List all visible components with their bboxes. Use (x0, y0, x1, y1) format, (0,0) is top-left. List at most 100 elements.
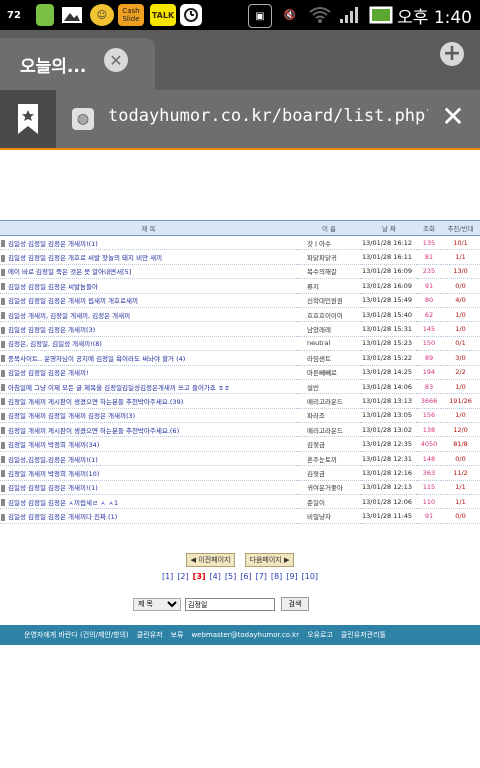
page-link[interactable]: [7] (256, 572, 267, 581)
footer-link[interactable]: 오유로고 (307, 631, 333, 639)
url-field[interactable]: todayhumor.co.kr/board/list.php?ta (108, 106, 428, 126)
post-title-text[interactable]: 김일성,김정일,김정은 개새끼!(1) (8, 456, 98, 464)
post-views: 138 (417, 422, 441, 438)
page-link[interactable]: [9] (286, 572, 297, 581)
prev-page-button[interactable]: ◀ 이전페이지 (185, 553, 236, 567)
table-row[interactable]: 김정일 개새끼 게시판이 생겼으면 하는분들 추천박아주세요.(39) 메리고라운… (0, 393, 480, 409)
post-title-text[interactable]: 김정일 개새끼 박정희 개새끼(10) (8, 470, 99, 478)
board-list: 제 목 이 름 날 짜 조회 추천/반대 김일성 김정일 김정은 개새끼!(1)… (0, 220, 480, 524)
bookmark-button[interactable] (0, 90, 56, 148)
post-title-link[interactable]: 김일성,김정일,김정은 개새끼!(1) (0, 451, 297, 467)
post-title-link[interactable]: 김정일 개새끼 김정일 개새끼 김정은 개새끼(3) (0, 408, 297, 424)
post-title-link[interactable]: 종북사이트.. 운영자님이 공지에 김정일 욕이라도 써놔야 할거 (4) (0, 350, 297, 366)
post-recommend: 81/8 (441, 436, 480, 452)
page-link[interactable]: [10] (302, 572, 318, 581)
footer-link[interactable]: 보류 (171, 631, 184, 639)
tab-close-icon[interactable]: ✕ (104, 48, 128, 72)
table-row[interactable]: 김정일 개새끼 김정일 개새끼 김정은 개새끼(3) 파라조 13/01/28 13… (0, 408, 480, 424)
post-title-link[interactable]: 김정일 개새끼 게시판이 생겼으면 하는분들 추천박아주세요.(6) (0, 422, 297, 438)
post-title-text[interactable]: 김정일 개새끼 박정희 개새끼(34) (8, 441, 99, 449)
post-title-text[interactable]: 김정일 개새끼 게시판이 생겼으면 하는분들 추천박아주세요.(6) (8, 427, 179, 435)
page-link[interactable]: [4] (210, 572, 221, 581)
post-title-text[interactable]: 에이 바로 김정일 죽은 것은 못 알아내면서[5] (8, 268, 131, 276)
table-row[interactable]: 종북사이트.. 운영자님이 공지에 김정일 욕이라도 써놔야 할거 (4) 라임샌… (0, 350, 480, 366)
search-field-select[interactable]: 제 목 (133, 598, 181, 611)
page-link[interactable]: [3] (193, 572, 206, 581)
post-title-text[interactable]: 김일성 김정일 김정은 개새끼다 진짜.(1) (8, 513, 117, 521)
close-icon[interactable]: ✕ (438, 102, 468, 132)
post-title-text[interactable]: 김정은, 김정일, 김일성 개새끼!(8) (8, 340, 102, 348)
post-title-text[interactable]: 김일성 김정일 김정은 ㅅ끼씹새ㄹ ㅅ ㅅ1 (8, 499, 118, 507)
page-link[interactable]: [1] (162, 572, 173, 581)
post-title-text[interactable]: 김일성 김정일 김정은 개새끼(3) (8, 326, 95, 334)
table-row[interactable]: 김일성 김정일 김정은 개새끼! 마른빼빼로 13/01/28 14:25 194 2/… (0, 365, 480, 380)
post-title-link[interactable]: 김일성 김정일 김정은 개새끼!(1) (0, 235, 297, 251)
table-row[interactable]: 김일성 김정일 김정은 ㅅ끼씹새ㄹ ㅅ ㅅ1 준일이 13/01/28 12:06 1… (0, 494, 480, 510)
post-title-link[interactable]: 김정일 개새끼 박정희 개새끼(34) (0, 436, 297, 452)
post-views: 91 (417, 508, 441, 524)
post-title-text[interactable]: 김일성 개새끼, 김정일 개새끼, 김정은 개새끼 (8, 312, 130, 320)
post-title-text[interactable]: 김일성 김정일 김정은 개새끼 씹새끼 개호로새끼 (8, 297, 138, 305)
post-title-text[interactable]: 김일성 김정일 김정은 개새끼!(1) (8, 484, 98, 492)
post-title-link[interactable]: 김일성 김정일 김정은 개새끼다 진짜.(1) (0, 508, 297, 524)
table-row[interactable]: 에이 바로 김정일 죽은 것은 못 알아내면서[5] 복수의해갈 13/01/28 … (0, 264, 480, 280)
post-title-link[interactable]: 김일성 김정일 김정은 개새끼!(1) (0, 480, 297, 496)
post-title-text[interactable]: 김일성 김정일 김정은 씨발놈들아 (8, 283, 98, 291)
post-title-text[interactable]: 김정일 개새끼 김정일 개새끼 김정은 개새끼(3) (8, 412, 135, 420)
footer-link[interactable]: 클린유저 (137, 631, 163, 639)
footer-link[interactable]: webmaster@todayhumor.co.kr (191, 631, 299, 639)
post-title-link[interactable]: 에이 바로 김정일 죽은 것은 못 알아내면서[5] (0, 264, 297, 280)
search-input[interactable] (185, 598, 275, 611)
table-row[interactable]: 김일성 김정일 김정은 개새끼 씹새끼 개호로새끼 신학대민원원 13/01/28 … (0, 293, 480, 308)
browser-tab[interactable]: 오늘의... ✕ (0, 38, 155, 90)
post-title-link[interactable]: 김일성 김정일 김정은 개새끼 씹새끼 개호로새끼 (0, 293, 297, 308)
post-title-link[interactable]: 김일성 김정일 김정은 개호로 씨발 잣놀의 돼지 비만 새끼 (0, 249, 297, 265)
page-link[interactable]: [8] (271, 572, 282, 581)
page-link[interactable]: [5] (225, 572, 236, 581)
page-link[interactable]: [6] (240, 572, 251, 581)
new-tab-icon[interactable]: + (440, 42, 464, 66)
post-title-link[interactable]: 김일성 김정일 김정은 씨발놈들아 (0, 278, 297, 294)
pager-buttons: ◀ 이전페이지 다음페이지 ▶ (0, 547, 480, 567)
footer-link[interactable]: 클린유저관리툴 (341, 631, 386, 639)
table-row[interactable]: 김일성 김정일 김정은 개새끼!(1) 갓ㅣ아수 13/01/28 16:12 135… (0, 235, 480, 251)
post-title-text[interactable]: 김정일 개새끼 게시판이 생겼으면 하는분들 추천박아주세요.(39) (8, 398, 183, 406)
post-title-text[interactable]: 김일성 김정일 김정은 개새끼! (8, 369, 89, 377)
page-link[interactable]: [2] (177, 572, 188, 581)
post-title-link[interactable]: 김일성 김정일 김정은 개새끼! (0, 365, 297, 380)
table-row[interactable]: 김일성,김정일,김정은 개새끼!(1) 혼주눈토끼 13/01/28 12:31 14… (0, 451, 480, 467)
table-row[interactable]: 김일성 김정일 김정은 개새끼다 진짜.(1) 비밀냥자 13/01/28 11:4… (0, 508, 480, 524)
post-author: 비밀냥자 (297, 508, 361, 524)
table-row[interactable]: 김정일 개새끼 게시판이 생겼으면 하는분들 추천박아주세요.(6) 메리고라운드… (0, 422, 480, 438)
emoji-icon: ☺ (90, 4, 114, 26)
next-page-button[interactable]: 다음페이지 ▶ (244, 553, 295, 567)
post-title-link[interactable]: 김일성 개새끼, 김정일 개새끼, 김정은 개새끼 (0, 307, 297, 323)
post-icon (1, 297, 5, 305)
table-row[interactable]: 김일성 김정일 김정은 개호로 씨발 잣놀의 돼지 비만 새끼 파닭파닭귀 13/0… (0, 249, 480, 265)
post-title-link[interactable]: 아침일에 그냥 이제 모든 글 제목을 김정일김일성김정은개새끼 쓰고 들어가죠… (0, 379, 297, 395)
table-row[interactable]: 김일성 김정일 김정은 씨발놈들아 류지 13/01/28 16:09 91 0/0 (0, 278, 480, 294)
post-title-text[interactable]: 김일성 김정일 김정은 개호로 씨발 잣놀의 돼지 비만 새끼 (8, 254, 162, 262)
table-row[interactable]: 김일성 김정일 김정은 개새끼!(1) 귀여운거좋아 13/01/28 12:13 1… (0, 480, 480, 496)
search-button[interactable]: 검색 (281, 597, 309, 611)
footer-link[interactable]: 운영자에게 바란다 (건의/제안/항의) (24, 631, 129, 639)
post-title-text[interactable]: 김일성 김정일 김정은 개새끼!(1) (8, 240, 98, 248)
table-row[interactable]: 김정은, 김정일, 김일성 개새끼!(8) neutral 13/01/28 15:… (0, 336, 480, 352)
table-row[interactable]: 아침일에 그냥 이제 모든 글 제목을 김정일김일성김정은개새끼 쓰고 들어가죠… (0, 379, 480, 395)
post-title-text[interactable]: 아침일에 그냥 이제 모든 글 제목을 김정일김일성김정은개새끼 쓰고 들어가죠… (8, 384, 230, 392)
post-title-link[interactable]: 김정은, 김정일, 김일성 개새끼!(8) (0, 336, 297, 352)
post-title-text[interactable]: 종북사이트.. 운영자님이 공지에 김정일 욕이라도 써놔야 할거 (4) (8, 355, 185, 363)
table-header-row: 제 목 이 름 날 짜 조회 추천/반대 (0, 220, 480, 236)
post-date: 13/01/28 12:13 (361, 480, 417, 496)
post-title-link[interactable]: 김정일 개새끼 게시판이 생겼으면 하는분들 추천박아주세요.(39) (0, 393, 297, 409)
table-row[interactable]: 김정일 개새끼 박정희 개새끼(10) 김젖금 13/01/28 12:16 363 1… (0, 465, 480, 481)
post-title-link[interactable]: 김일성 김정일 김정은 ㅅ끼씹새ㄹ ㅅ ㅅ1 (0, 494, 297, 510)
post-author: 김젖금 (297, 436, 361, 452)
post-date: 13/01/28 12:31 (361, 451, 417, 467)
table-row[interactable]: 김일성 김정일 김정은 개새끼(3) 남았래레 13/01/28 15:31 145 1… (0, 321, 480, 337)
post-title-link[interactable]: 김정일 개새끼 박정희 개새끼(10) (0, 465, 297, 481)
post-title-link[interactable]: 김일성 김정일 김정은 개새끼(3) (0, 321, 297, 337)
table-row[interactable]: 김정일 개새끼 박정희 개새끼(34) 김젖금 13/01/28 12:35 4050… (0, 436, 480, 452)
table-row[interactable]: 김일성 개새끼, 김정일 개새끼, 김정은 개새끼 호호호이이이 13/01/28 … (0, 307, 480, 323)
post-recommend: 1/0 (441, 379, 480, 395)
